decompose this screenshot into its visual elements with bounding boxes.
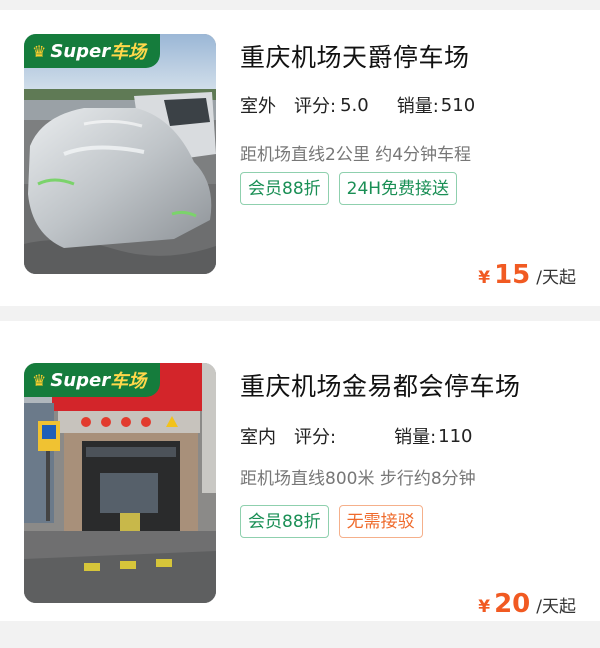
price: ¥ 15 /天起: [478, 260, 576, 290]
price-value: 20: [494, 589, 531, 619]
crown-icon: ♛: [32, 41, 47, 61]
price-unit: /天起: [536, 268, 576, 288]
price-unit: /天起: [536, 597, 576, 617]
parking-card-2[interactable]: ♛ Super 车场 重庆机场金易都会停车场 室内 评分: 销量: 110 距机场…: [0, 321, 600, 621]
parking-photo[interactable]: ♛ Super 车场: [24, 34, 216, 274]
badge-text-cn: 车场: [110, 371, 147, 392]
tag-list: 会员88折 24H免费接送: [240, 172, 458, 205]
garage-entrance-photo: [24, 363, 216, 603]
rating-value: 5.0: [340, 94, 369, 116]
crown-icon: ♛: [32, 370, 47, 390]
parking-type: 室内: [238, 423, 280, 452]
rating-label: 评分:: [294, 427, 337, 448]
badge-text-cn: 车场: [110, 42, 147, 63]
tag-no-shuttle: 无需接驳: [338, 505, 423, 538]
distance-info: 距机场直线800米 步行约8分钟: [240, 469, 476, 489]
sales-value: 510: [440, 94, 476, 116]
price: ¥ 20 /天起: [478, 589, 576, 619]
currency-symbol: ¥: [478, 597, 491, 617]
sales-label: 销量:: [394, 427, 437, 448]
parking-card-1[interactable]: ♛ Super 车场 重庆机场天爵停车场 室外 评分: 5.0 销量: 510 距…: [0, 10, 600, 306]
distance-info: 距机场直线2公里 约4分钟车程: [240, 145, 472, 165]
parking-title[interactable]: 重庆机场天爵停车场: [240, 38, 470, 74]
parking-type: 室外: [238, 92, 280, 121]
super-parking-badge: ♛ Super 车场: [24, 363, 161, 397]
parking-meta: 室内 评分: 销量: 110: [238, 423, 473, 452]
covered-car-photo: [24, 34, 216, 274]
sales-value: 110: [438, 425, 473, 447]
parking-photo[interactable]: ♛ Super 车场: [24, 363, 216, 603]
parking-title[interactable]: 重庆机场金易都会停车场: [240, 367, 521, 403]
tag-shuttle: 24H免费接送: [338, 172, 458, 205]
badge-text: Super: [50, 40, 111, 62]
tag-member-discount: 会员88折: [240, 505, 329, 538]
sales-label: 销量:: [396, 96, 439, 117]
super-parking-badge: ♛ Super 车场: [24, 34, 161, 68]
parking-meta: 室外 评分: 5.0 销量: 510: [238, 92, 476, 121]
tag-list: 会员88折 无需接驳: [240, 505, 423, 538]
rating-label: 评分:: [294, 96, 337, 117]
badge-text: Super: [50, 369, 111, 391]
price-value: 15: [494, 260, 531, 290]
currency-symbol: ¥: [478, 268, 491, 288]
tag-member-discount: 会员88折: [240, 172, 329, 205]
